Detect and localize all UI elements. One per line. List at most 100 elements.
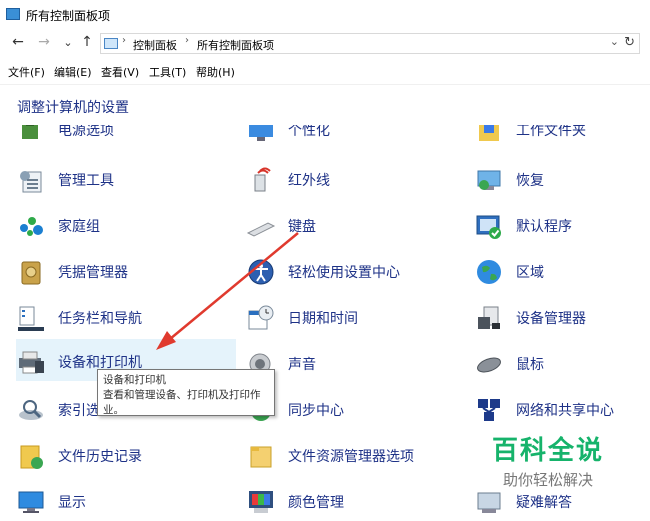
item-date-time[interactable]: 日期和时间 — [246, 299, 461, 335]
breadcrumb-separator-icon: › — [185, 35, 189, 46]
item-label: 文件资源管理器选项 — [288, 449, 414, 465]
item-network-sharing[interactable]: 网络和共享中心 — [474, 391, 634, 427]
breadcrumb-all-items[interactable]: 所有控制面板项 — [197, 37, 274, 53]
item-keyboard[interactable]: 键盘 — [246, 207, 461, 243]
item-label: 凭据管理器 — [58, 265, 128, 281]
item-label: 文件历史记录 — [58, 449, 142, 465]
admin-tools-icon — [20, 171, 42, 193]
color-management-icon — [249, 491, 273, 513]
item-label: 恢复 — [516, 173, 544, 189]
item-label: 管理工具 — [58, 173, 114, 189]
item-label: 疑难解答 — [516, 495, 572, 511]
item-sync-center[interactable]: 同步中心 — [246, 391, 461, 427]
item-personalization[interactable]: 个性化 — [246, 125, 461, 147]
item-taskbar-navigation[interactable]: 任务栏和导航 — [16, 299, 231, 335]
device-manager-icon — [478, 306, 500, 329]
forward-arrow-icon[interactable]: → — [35, 34, 53, 50]
watermark-title: 百科全说 — [491, 436, 604, 466]
indexing-icon — [19, 400, 43, 420]
taskbar-icon — [18, 306, 44, 331]
item-admin-tools[interactable]: 管理工具 — [16, 161, 231, 197]
breadcrumb-separator-icon: › — [122, 35, 126, 46]
item-homegroup[interactable]: 家庭组 — [16, 207, 231, 243]
item-label: 键盘 — [288, 219, 316, 235]
item-credential-manager[interactable]: 凭据管理器 — [16, 253, 231, 289]
item-label: 颜色管理 — [288, 495, 344, 511]
homegroup-icon — [20, 217, 43, 236]
tooltip: 设备和打印机 查看和管理设备、打印机及打印作业。 — [97, 369, 275, 416]
item-sound[interactable]: 声音 — [246, 345, 461, 381]
item-label: 索引选 — [58, 403, 100, 419]
menu-bar: 文件(F) 编辑(E) 查看(V) 工具(T) 帮助(H) — [0, 60, 650, 82]
item-region[interactable]: 区域 — [474, 253, 634, 289]
item-label: 家庭组 — [58, 219, 100, 235]
item-label: 网络和共享中心 — [516, 403, 614, 419]
item-infrared[interactable]: 红外线 — [246, 161, 461, 197]
address-dropdown-icon[interactable]: ⌄ — [610, 35, 619, 48]
page-heading: 调整计算机的设置 — [17, 100, 129, 116]
network-icon — [478, 399, 500, 421]
item-label: 红外线 — [288, 173, 330, 189]
address-field[interactable]: › 控制面板 › 所有控制面板项 ⌄ ↻ — [100, 33, 640, 54]
item-default-programs[interactable]: 默认程序 — [474, 207, 634, 243]
personalization-icon — [249, 125, 273, 141]
file-history-icon — [20, 445, 43, 469]
item-label: 鼠标 — [516, 357, 544, 373]
item-label: 日期和时间 — [288, 311, 358, 327]
item-mouse[interactable]: 鼠标 — [474, 345, 634, 381]
printer-icon — [19, 351, 44, 374]
default-programs-icon — [476, 215, 501, 239]
menu-file[interactable]: 文件(F) — [8, 64, 45, 80]
window-title: 所有控制面板项 — [26, 9, 111, 23]
tooltip-title: 设备和打印机 — [103, 374, 166, 386]
control-panel-small-icon — [104, 38, 118, 49]
power-options-icon — [22, 125, 38, 139]
item-label: 电源选项 — [58, 125, 114, 139]
item-display[interactable]: 显示 — [16, 483, 231, 519]
item-work-folders[interactable]: 工作文件夹 — [474, 125, 634, 147]
item-color-management[interactable]: 颜色管理 — [246, 483, 461, 519]
globe-icon — [477, 260, 501, 284]
item-label: 显示 — [58, 495, 86, 511]
menu-view[interactable]: 查看(V) — [101, 64, 139, 80]
credential-manager-icon — [21, 261, 41, 285]
refresh-icon[interactable]: ↻ — [624, 35, 635, 50]
calendar-clock-icon — [248, 305, 274, 330]
keyboard-icon — [246, 222, 276, 237]
menu-edit[interactable]: 编辑(E) — [54, 64, 92, 80]
item-label: 区域 — [516, 265, 544, 281]
item-label: 轻松使用设置中心 — [288, 265, 400, 281]
item-file-history[interactable]: 文件历史记录 — [16, 437, 231, 473]
breadcrumb-control-panel[interactable]: 控制面板 — [133, 37, 177, 53]
address-bar: ← → ⌄ ↑ › 控制面板 › 所有控制面板项 ⌄ ↻ — [0, 31, 650, 57]
folder-options-icon — [250, 446, 272, 468]
item-recovery[interactable]: 恢复 — [474, 161, 634, 197]
item-label: 同步中心 — [288, 403, 344, 419]
scrollbar[interactable] — [633, 86, 650, 521]
mouse-icon — [477, 357, 501, 373]
work-folders-icon — [479, 125, 499, 141]
item-label: 设备管理器 — [516, 311, 586, 327]
item-explorer-options[interactable]: 文件资源管理器选项 — [246, 437, 461, 473]
title-bar: 所有控制面板项 — [0, 0, 650, 30]
menu-tools[interactable]: 工具(T) — [149, 64, 186, 80]
recovery-icon — [477, 170, 501, 190]
watermark-subtitle: 助你轻松解决 — [502, 471, 593, 489]
item-label: 任务栏和导航 — [58, 311, 142, 327]
tooltip-description: 查看和管理设备、打印机及打印作业。 — [103, 389, 261, 416]
display-icon — [18, 491, 44, 513]
item-ease-of-access[interactable]: 轻松使用设置中心 — [246, 253, 461, 289]
control-panel-icon — [6, 8, 20, 20]
item-label: 声音 — [288, 357, 316, 373]
item-device-manager[interactable]: 设备管理器 — [474, 299, 634, 335]
back-arrow-icon[interactable]: ← — [9, 34, 27, 50]
item-label: 个性化 — [288, 125, 330, 139]
troubleshooting-icon — [477, 492, 501, 513]
menu-help[interactable]: 帮助(H) — [196, 64, 235, 80]
up-arrow-icon[interactable]: ↑ — [78, 34, 96, 50]
item-label: 默认程序 — [516, 219, 572, 235]
divider — [0, 84, 650, 85]
recent-locations-icon[interactable]: ⌄ — [59, 36, 77, 49]
item-power-options[interactable]: 电源选项 — [16, 125, 231, 147]
ease-of-access-icon — [248, 259, 274, 285]
